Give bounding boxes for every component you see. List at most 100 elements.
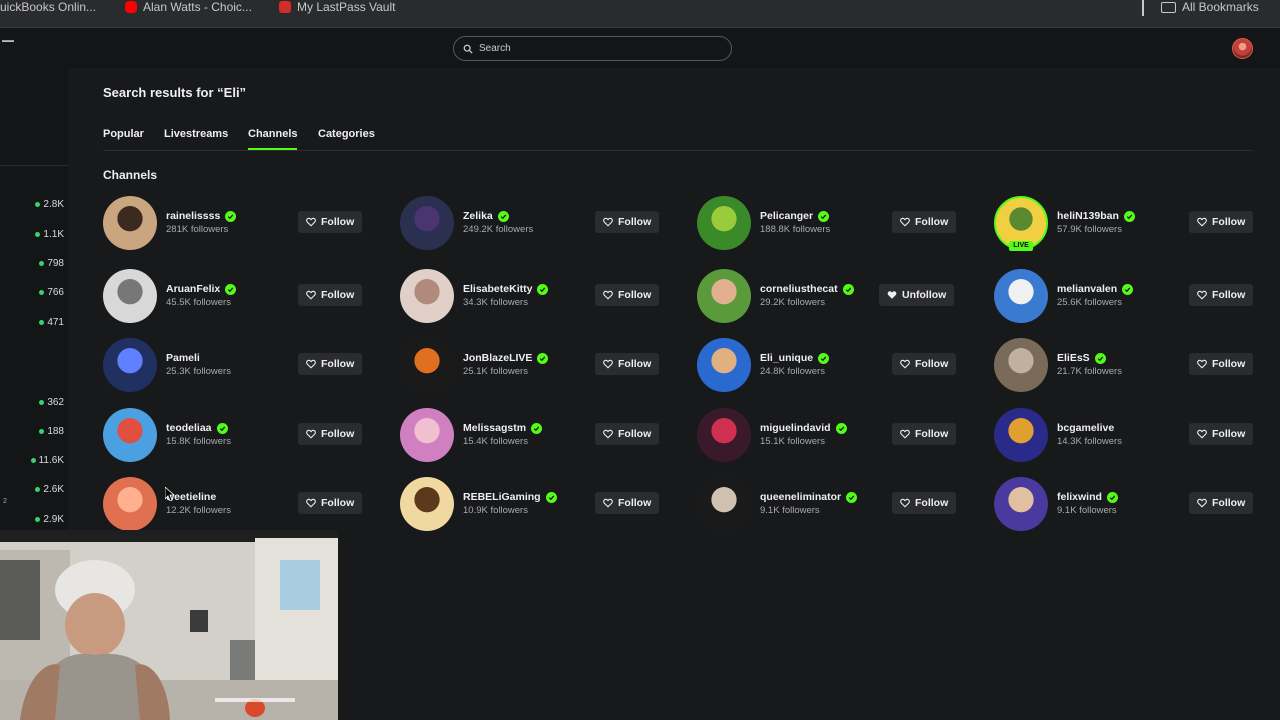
channel-name[interactable]: teodeliaa xyxy=(166,422,212,434)
channel-name-row[interactable]: REBELiGaming xyxy=(463,491,557,503)
channel-avatar[interactable] xyxy=(400,269,454,323)
channel-avatar[interactable] xyxy=(697,196,751,250)
channel-name-row[interactable]: Eli_unique xyxy=(760,352,830,364)
channel-name[interactable]: heliN139ban xyxy=(1057,210,1119,222)
all-bookmarks-button[interactable]: All Bookmarks xyxy=(1161,0,1259,14)
channel-card[interactable]: AruanFelix 45.5K followers Follow xyxy=(103,269,363,325)
search-input[interactable]: Search xyxy=(453,36,732,61)
channel-card[interactable]: Zelika 249.2K followers Follow xyxy=(400,196,660,252)
channel-card[interactable]: REBELiGaming 10.9K followers Follow xyxy=(400,477,660,533)
channel-name[interactable]: ElisabeteKitty xyxy=(463,283,532,295)
channel-card[interactable]: LIVE heliN139ban 57.9K followers Follow xyxy=(994,196,1254,252)
channel-avatar[interactable] xyxy=(994,408,1048,462)
bookmark-lastpass[interactable]: My LastPass Vault xyxy=(279,0,395,14)
channel-name-row[interactable]: melianvalen xyxy=(1057,283,1134,295)
sidebar-viewer-count[interactable]: 471 xyxy=(39,316,64,328)
channel-name[interactable]: miguelindavid xyxy=(760,422,831,434)
channel-name-row[interactable]: ElisabeteKitty xyxy=(463,283,549,295)
follow-button[interactable]: Follow xyxy=(892,423,957,445)
channel-name[interactable]: Melissagstm xyxy=(463,422,526,434)
channel-card[interactable]: Pelicanger 188.8K followers Follow xyxy=(697,196,957,252)
follow-button[interactable]: Follow xyxy=(595,353,660,375)
channel-name[interactable]: felixwind xyxy=(1057,491,1102,503)
channel-name[interactable]: JonBlazeLIVE xyxy=(463,352,532,364)
sidebar-viewer-count[interactable]: 1.1K xyxy=(35,228,64,240)
channel-name[interactable]: Pameli xyxy=(166,352,200,364)
channel-avatar[interactable] xyxy=(400,477,454,531)
channel-name-row[interactable]: felixwind xyxy=(1057,491,1118,503)
sidebar-viewer-count[interactable]: 2.6K xyxy=(35,483,64,495)
channel-card[interactable]: weetieline 12.2K followers Follow xyxy=(103,477,363,533)
channel-card[interactable]: melianvalen 25.6K followers Follow xyxy=(994,269,1254,325)
channel-avatar[interactable] xyxy=(400,338,454,392)
follow-button[interactable]: Follow xyxy=(595,284,660,306)
bookmark-quickbooks[interactable]: uickBooks Onlin... xyxy=(0,0,96,14)
channel-name[interactable]: queeneliminator xyxy=(760,491,841,503)
channel-avatar[interactable] xyxy=(103,408,157,462)
channel-name[interactable]: Zelika xyxy=(463,210,493,222)
channel-avatar[interactable] xyxy=(994,477,1048,531)
logo[interactable]: ▬▬ xyxy=(2,38,14,44)
channel-avatar[interactable] xyxy=(994,338,1048,392)
channel-name-row[interactable]: Pelicanger xyxy=(760,210,830,222)
follow-button[interactable]: Follow xyxy=(595,492,660,514)
follow-button[interactable]: Follow xyxy=(298,211,363,233)
follow-button[interactable]: Follow xyxy=(892,211,957,233)
channel-name-row[interactable]: Zelika xyxy=(463,210,509,222)
channel-card[interactable]: Pameli 25.3K followers Follow xyxy=(103,338,363,394)
channel-card[interactable]: rainelissss 281K followers Follow xyxy=(103,196,363,252)
channel-name[interactable]: rainelissss xyxy=(166,210,220,222)
channel-card[interactable]: corneliusthecat 29.2K followers Unfollow xyxy=(697,269,957,325)
channel-name-row[interactable]: heliN139ban xyxy=(1057,210,1135,222)
tab-popular[interactable]: Popular xyxy=(103,128,144,152)
tab-categories[interactable]: Categories xyxy=(318,128,375,152)
follow-button[interactable]: Follow xyxy=(298,284,363,306)
channel-name-row[interactable]: Pameli xyxy=(166,352,200,364)
sidebar-viewer-count[interactable]: 798 xyxy=(39,257,64,269)
channel-name-row[interactable]: miguelindavid xyxy=(760,422,847,434)
follow-button[interactable]: Follow xyxy=(892,353,957,375)
sidebar-viewer-count[interactable]: 188 xyxy=(39,425,64,437)
user-avatar[interactable] xyxy=(1232,38,1253,59)
unfollow-button[interactable]: Unfollow xyxy=(879,284,955,306)
sidebar-viewer-count[interactable]: 2.9K xyxy=(35,513,64,525)
channel-card[interactable]: bcgamelive 14.3K followers Follow xyxy=(994,408,1254,464)
follow-button[interactable]: Follow xyxy=(1189,492,1254,514)
channel-name-row[interactable]: EliEsS xyxy=(1057,352,1106,364)
channel-card[interactable]: JonBlazeLIVE 25.1K followers Follow xyxy=(400,338,660,394)
channel-name-row[interactable]: teodeliaa xyxy=(166,422,228,434)
follow-button[interactable]: Follow xyxy=(595,423,660,445)
sidebar-viewer-count[interactable]: 11.6K xyxy=(30,454,64,466)
channel-name-row[interactable]: AruanFelix xyxy=(166,283,237,295)
channel-name[interactable]: Pelicanger xyxy=(760,210,813,222)
channel-card[interactable]: Melissagstm 15.4K followers Follow xyxy=(400,408,660,464)
channel-name-row[interactable]: bcgamelive xyxy=(1057,422,1114,434)
channel-name[interactable]: AruanFelix xyxy=(166,283,220,295)
channel-name[interactable]: melianvalen xyxy=(1057,283,1117,295)
channel-avatar[interactable] xyxy=(400,196,454,250)
sidebar-viewer-count[interactable]: 362 xyxy=(39,396,64,408)
channel-card[interactable]: teodeliaa 15.8K followers Follow xyxy=(103,408,363,464)
follow-button[interactable]: Follow xyxy=(892,492,957,514)
channel-card[interactable]: EliEsS 21.7K followers Follow xyxy=(994,338,1254,394)
sidebar-viewer-count[interactable]: 2.8K xyxy=(35,198,64,210)
channel-name-row[interactable]: Melissagstm xyxy=(463,422,543,434)
channel-avatar[interactable] xyxy=(697,269,751,323)
channel-name-row[interactable]: corneliusthecat xyxy=(760,283,854,295)
channel-card[interactable]: Eli_unique 24.8K followers Follow xyxy=(697,338,957,394)
follow-button[interactable]: Follow xyxy=(298,423,363,445)
follow-button[interactable]: Follow xyxy=(1189,284,1254,306)
channel-name[interactable]: EliEsS xyxy=(1057,352,1090,364)
follow-button[interactable]: Follow xyxy=(298,492,363,514)
follow-button[interactable]: Follow xyxy=(595,211,660,233)
channel-name[interactable]: bcgamelive xyxy=(1057,422,1114,434)
channel-avatar[interactable] xyxy=(697,408,751,462)
channel-avatar[interactable] xyxy=(103,477,157,531)
channel-avatar[interactable] xyxy=(400,408,454,462)
channel-name[interactable]: REBELiGaming xyxy=(463,491,541,503)
channel-card[interactable]: queeneliminator 9.1K followers Follow xyxy=(697,477,957,533)
channel-avatar[interactable] xyxy=(103,338,157,392)
channel-avatar[interactable] xyxy=(697,338,751,392)
channel-name-row[interactable]: JonBlazeLIVE xyxy=(463,352,549,364)
tab-livestreams[interactable]: Livestreams xyxy=(164,128,228,152)
